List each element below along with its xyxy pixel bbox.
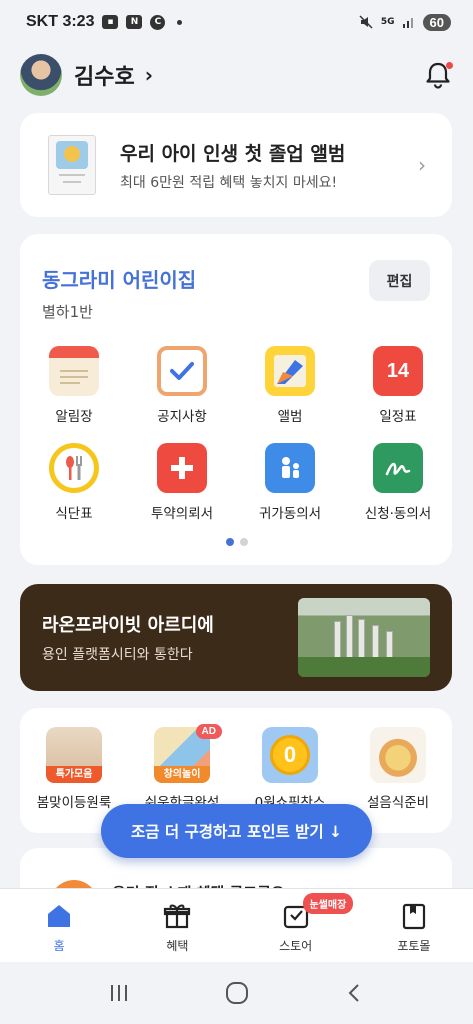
avatar[interactable] [20,54,62,96]
tab-label: 홈 [53,939,65,953]
mute-icon [359,15,373,29]
notification-dot [446,62,453,69]
shop-tag: 특가모음 [46,766,102,783]
profile-header: 김수호 › [20,52,453,98]
edit-button[interactable]: 편집 [369,260,430,301]
tab-photomall[interactable]: 포토몰 [355,889,473,962]
back-icon[interactable] [343,981,367,1005]
album-promo-subtitle: 최대 6만원 적립 혜택 놓치지 마세요! [120,174,338,191]
pager-dot[interactable] [240,538,248,546]
n-notification-icon: N [126,15,143,29]
menu-pickup[interactable]: 귀가동의서 [236,443,344,522]
home-button-icon[interactable] [224,980,250,1006]
menu-notice[interactable]: 공지사항 [128,346,236,425]
shop-label: 봄맞이등원룩 [36,795,112,811]
status-bar: SKT 3:23 ▪ N C 5G 60 [0,0,473,44]
menu-label: 알림장 [55,409,93,425]
c-notification-icon: C [150,14,166,30]
tab-store[interactable]: 스토어 눈썰매장 [237,889,355,962]
kindergarten-menu: 알림장 공지사항 앨범 14 일정표 식단표 투약의뢰서 귀가동의서 신청·동의… [20,346,452,522]
shop-item[interactable]: 0 0원쇼핑찬스 [236,727,344,811]
menu-label: 귀가동의서 [258,506,322,522]
signature-icon [373,443,423,493]
kids-outfit-image: 특가모음 [46,727,102,783]
food-image [370,727,426,783]
korean-learning-image: AD 창의놀이 [154,724,222,783]
shop-label: 설음식준비 [366,795,430,811]
notification-icon: ▪ [102,15,119,29]
family-icon [265,443,315,493]
menu-label: 신청·동의서 [364,506,432,522]
ad-badge: AD [195,724,222,739]
gift-icon [164,904,191,929]
tab-label: 스토어 [279,939,313,953]
menu-pager [226,538,248,546]
shop-item[interactable]: 특가모음 봄맞이등원룩 [20,727,128,811]
menu-label: 일정표 [379,409,417,425]
kindergarten-name[interactable]: 동그라미 어린이집 [42,264,196,293]
banner-title: 라온프라이빗 아르디에 [42,615,214,636]
pager-dot-active[interactable] [226,538,234,546]
album-promo-card[interactable]: 우리 아이 인생 첫 졸업 앨범 최대 6만원 적립 혜택 놓치지 마세요! › [20,113,452,217]
checklist-icon [157,346,207,396]
user-name[interactable]: 김수호 [74,59,135,91]
notebook-icon [49,346,99,396]
shop-tag: 창의놀이 [154,766,210,783]
menu-album[interactable]: 앨범 [236,346,344,425]
medicine-icon [157,443,207,493]
status-time: SKT 3:23 [26,13,95,30]
battery-indicator: 60 [422,13,451,31]
tab-benefits[interactable]: 혜택 [118,889,236,962]
class-name: 별하1반 [42,303,93,321]
menu-medicine[interactable]: 투약의뢰서 [128,443,236,522]
signal-icon [402,18,413,28]
banner-subtitle: 용인 플랫폼시티와 통한다 [42,647,193,663]
menu-consent[interactable]: 신청·동의서 [344,443,452,522]
system-nav-bar [0,962,473,1024]
album-book-icon [48,135,96,195]
shop-item[interactable]: 설음식준비 [344,727,452,811]
kindergarten-card: 동그라미 어린이집 별하1반 편집 알림장 공지사항 앨범 14 일정표 식단표… [20,234,452,565]
menu-label: 투약의뢰서 [150,506,214,522]
shopping-list: 특가모음 봄맞이등원룩 AD 창의놀이 쉬운한글완성 0 0원쇼핑찬스 설음식준… [20,724,452,811]
ad-banner[interactable]: 라온프라이빗 아르디에 용인 플랫폼시티와 통한다 [20,584,452,691]
coin-image: 0 [262,727,318,783]
network-type: 5G [380,17,395,27]
book-icon [402,903,425,930]
menu-label: 식단표 [55,506,93,522]
notifications-button[interactable] [423,60,453,90]
tab-label: 포토몰 [397,939,431,953]
shop-item[interactable]: AD 창의놀이 쉬운한글완성 [128,724,236,811]
album-promo-title: 우리 아이 인생 첫 졸업 앨범 [120,142,346,165]
menu-calendar[interactable]: 14 일정표 [344,346,452,425]
tab-label: 혜택 [166,939,189,953]
menu-meal[interactable]: 식단표 [20,443,128,522]
banner-image [298,598,430,677]
calendar-icon: 14 [373,346,423,396]
bottom-nav: 홈 혜택 스토어 눈썰매장 포토몰 [0,888,473,962]
chevron-right-icon[interactable]: › [145,63,153,87]
store-badge: 눈썰매장 [302,893,354,914]
menu-label: 앨범 [277,409,303,425]
menu-label: 공지사항 [157,409,207,425]
utensils-icon [49,443,99,493]
tab-home[interactable]: 홈 [0,889,118,962]
chevron-right-icon: › [418,153,426,177]
menu-notebook[interactable]: 알림장 [20,346,128,425]
album-icon [265,346,315,396]
recent-apps-icon[interactable] [107,981,131,1005]
more-notifications-icon [177,19,183,25]
browse-points-button[interactable]: 조금 더 구경하고 포인트 받기 ↓ [101,804,372,858]
home-icon [48,905,71,927]
calendar-day-number: 14 [386,359,410,382]
